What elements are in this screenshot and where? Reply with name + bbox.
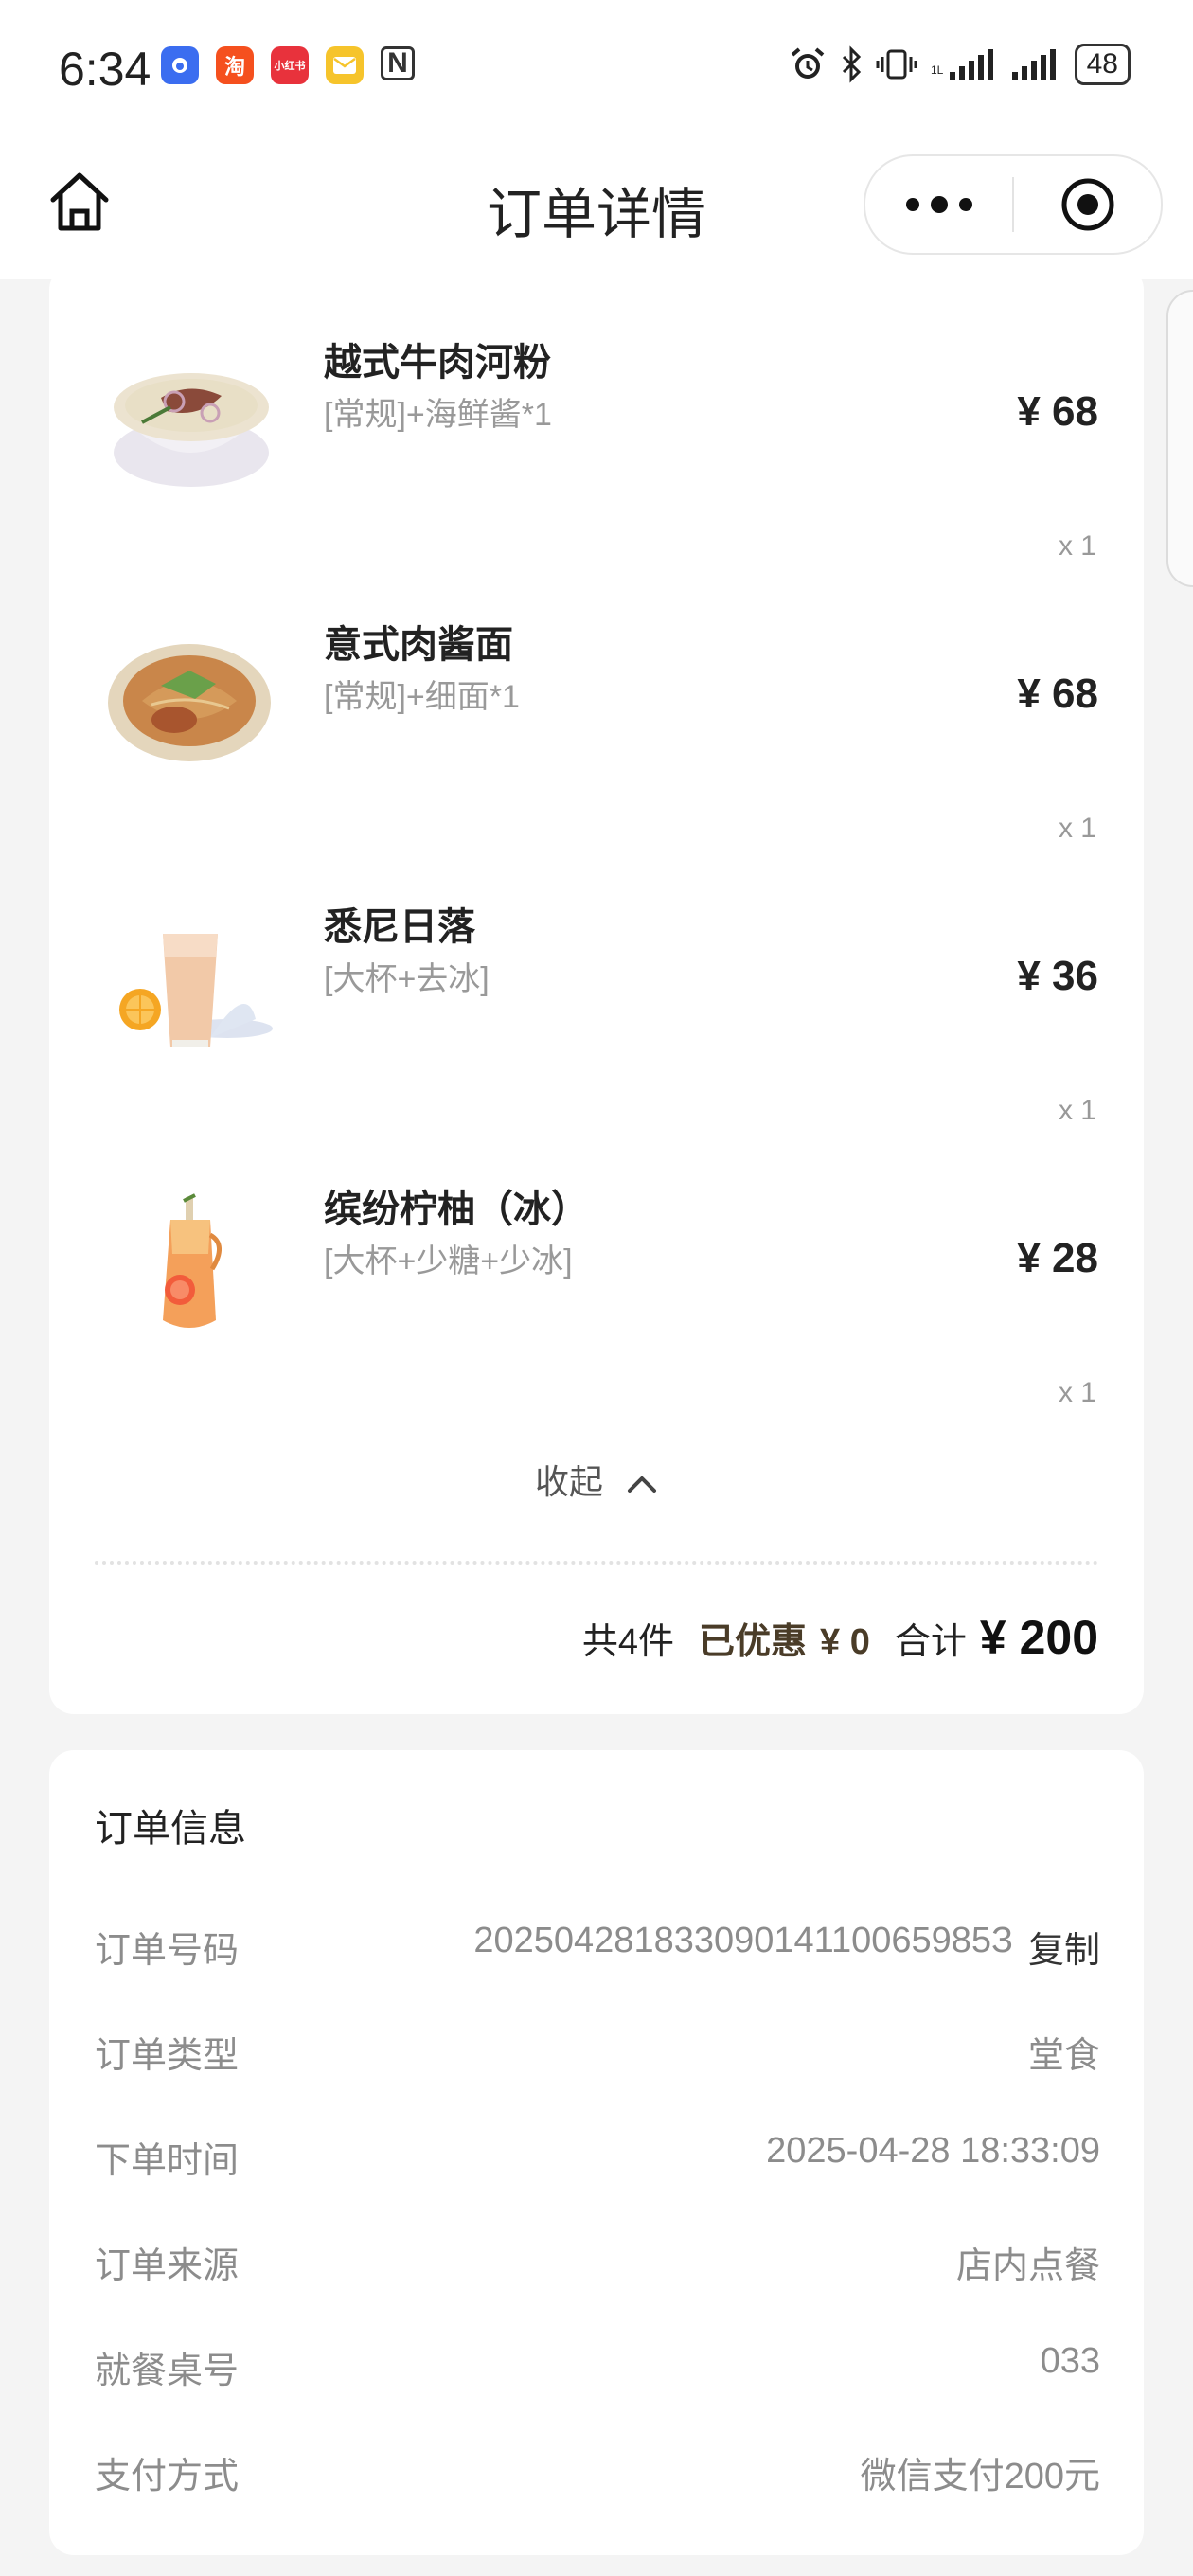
status-time: 6:34 [59,43,151,96]
bolognese-image [108,644,271,761]
item-count: 共4件 [581,1622,675,1662]
beef-pho-image [114,373,269,487]
total-value: ¥ 200 [979,1611,1098,1664]
mail-icon [326,46,364,84]
side-floating-card[interactable] [1166,290,1193,587]
signal-2-icon [1011,49,1056,80]
copy-button[interactable]: 复制 [1028,1921,1100,1973]
info-row-order-type: 订单类型 堂食 [95,2026,1100,2083]
info-value: 微信支付200元 [860,2457,1100,2496]
xiaohongshu-icon: 小红书 [271,46,309,84]
goods-item: 悉尼日落 [大杯+去冰] ¥ 36 x 1 [49,896,1144,1178]
goods-price: ¥ 68 [1017,671,1098,717]
goods-quantity: x 1 [1058,530,1096,562]
close-mini-program-button[interactable] [1014,156,1161,253]
info-label: 就餐桌号 [95,2352,240,2391]
mini-program-capsule [864,154,1163,255]
nfc-icon: N [381,46,415,80]
order-info-card: 订单信息 订单号码 20250428183309014110065985З 复制… [49,1750,1144,2555]
notification-icons: 淘 小红书 N [161,46,415,84]
info-label: 订单类型 [95,2036,240,2076]
goods-name: 越式牛肉河粉 [324,342,551,384]
svg-text:1L: 1L [931,63,944,77]
info-row-table-number: 就餐桌号 033 [95,2341,1100,2398]
info-label: 订单来源 [95,2246,240,2286]
goods-spec: [大杯+去冰] [324,961,490,997]
info-label: 下单时间 [95,2141,240,2181]
collapse-button[interactable]: 收起 [49,1455,1144,1504]
taobao-icon: 淘 [216,46,254,84]
info-row-order-time: 下单时间 2025-04-28 18:33:09 [95,2131,1100,2188]
bluetooth-icon [842,45,861,83]
info-value: 033 [1040,2341,1100,2381]
info-value: 店内点餐 [955,2246,1100,2286]
status-bar: 6:34 淘 小红书 N 1L 48 [0,0,1193,137]
signal-1-icon: 1L [931,49,993,80]
info-row-order-number: 订单号码 20250428183309014110065985З 复制 [95,1921,1100,1977]
goods-spec: [大杯+少糖+少冰] [324,1243,573,1279]
total-label: 合计 [894,1622,967,1662]
goods-quantity: x 1 [1058,1095,1096,1126]
goods-item: 越式牛肉河粉 [常规]+海鲜酱*1 ¥ 68 x 1 [49,331,1144,614]
goods-name: 悉尼日落 [324,906,475,948]
goods-spec: [常规]+海鲜酱*1 [324,397,552,433]
discount-label: 已优惠 [699,1622,808,1662]
info-row-order-source: 订单来源 店内点餐 [95,2236,1100,2293]
goods-item: 意式肉酱面 [常规]+细面*1 ¥ 68 x 1 [49,614,1144,896]
info-label: 支付方式 [95,2457,240,2496]
goods-quantity: x 1 [1058,813,1096,844]
dashed-divider [95,1561,1098,1565]
info-value: 堂食 [1027,2036,1100,2076]
info-row-payment-method: 支付方式 微信支付200元 [95,2446,1100,2503]
goods-price: ¥ 28 [1017,1235,1098,1281]
sydney-sunset-drink-image [119,934,273,1047]
info-value: 2025-04-28 18:33:09 [766,2131,1100,2171]
order-goods-card: 越式牛肉河粉 [常规]+海鲜酱*1 ¥ 68 x 1 意式肉酱面 [常规]+细面… [49,265,1144,1714]
info-label: 订单号码 [95,1931,240,1971]
lemon-grapefruit-drink-image [163,1193,222,1328]
goods-quantity: x 1 [1058,1377,1096,1408]
order-summary: 共4件 已优惠 ¥ 0 合计 ¥ 200 [582,1610,1098,1665]
system-status: 1L 48 [789,44,1131,85]
more-dots-icon [905,198,919,211]
chevron-up-icon [628,1476,657,1494]
goods-name: 意式肉酱面 [324,624,513,666]
navigation-bar: 订单详情 [0,137,1193,279]
more-dots-button[interactable] [865,156,1012,253]
goods-name: 缤纷柠柚（冰） [324,1189,589,1230]
alarm-icon [791,47,824,79]
order-info-title: 订单信息 [95,1808,246,1850]
discount-value: ¥ 0 [820,1622,870,1662]
collapse-label: 收起 [534,1462,603,1501]
more-dots-icon [958,198,972,211]
order-number-value: 20250428183309014110065985З [473,1921,1013,1960]
baidu-icon [161,46,199,84]
more-dots-icon [930,196,948,213]
vibrate-icon [876,49,917,80]
battery-indicator: 48 [1074,44,1131,85]
target-close-icon [1061,178,1113,231]
goods-price: ¥ 36 [1017,953,1098,999]
goods-spec: [常规]+细面*1 [324,679,520,715]
goods-price: ¥ 68 [1017,388,1098,435]
goods-item: 缤纷柠柚（冰） [大杯+少糖+少冰] ¥ 28 x 1 [49,1178,1144,1460]
